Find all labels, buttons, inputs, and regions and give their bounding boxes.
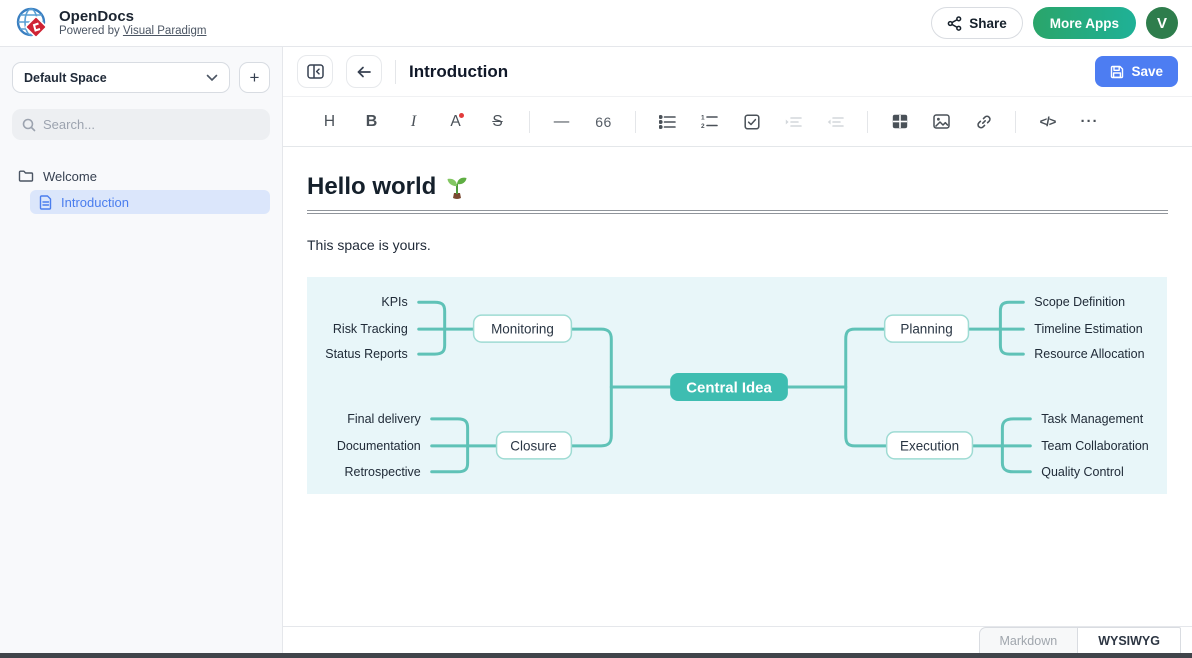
share-icon bbox=[947, 16, 962, 31]
brand-text: OpenDocs Powered by Visual Paradigm bbox=[59, 8, 206, 38]
link-icon bbox=[976, 114, 992, 130]
document-icon bbox=[39, 195, 52, 210]
tab-markdown[interactable]: Markdown bbox=[979, 627, 1078, 653]
user-avatar[interactable]: V bbox=[1146, 7, 1178, 39]
visual-paradigm-link[interactable]: Visual Paradigm bbox=[123, 25, 207, 37]
indent-button bbox=[777, 107, 810, 137]
powered-by: Powered by Visual Paradigm bbox=[59, 25, 206, 38]
mindmap-leaf: Timeline Estimation bbox=[1034, 322, 1142, 336]
outdent-button bbox=[819, 107, 852, 137]
checkbox-check-icon bbox=[744, 114, 760, 130]
chevron-down-icon bbox=[206, 74, 218, 82]
strikethrough-button[interactable]: S bbox=[481, 107, 514, 137]
outdent-icon bbox=[827, 115, 844, 129]
image-button[interactable] bbox=[925, 107, 958, 137]
mindmap-leaf: Task Management bbox=[1041, 412, 1143, 426]
mindmap-leaf: KPIs bbox=[381, 295, 407, 309]
svg-text:Execution: Execution bbox=[900, 438, 959, 453]
folder-icon bbox=[18, 169, 34, 183]
search-box[interactable] bbox=[12, 109, 270, 140]
mindmap-leaf: Status Reports bbox=[325, 347, 407, 361]
heading-button[interactable]: H bbox=[313, 107, 346, 137]
code-button[interactable]: </> bbox=[1031, 107, 1064, 137]
add-space-button[interactable]: + bbox=[239, 62, 270, 93]
space-selector-dropdown[interactable]: Default Space bbox=[12, 62, 230, 93]
mindmap-node-planning: Planning bbox=[885, 315, 969, 342]
mindmap-leaf: Risk Tracking bbox=[333, 322, 408, 336]
mindmap-svg: Monitoring Closure Central Idea Pla bbox=[307, 277, 1167, 494]
save-button[interactable]: Save bbox=[1095, 56, 1178, 87]
document-paragraph: This space is yours. bbox=[307, 237, 1168, 253]
seedling-emoji-icon bbox=[444, 174, 470, 200]
app-header: OpenDocs Powered by Visual Paradigm Shar… bbox=[0, 0, 1192, 47]
sidebar: Default Space + bbox=[0, 47, 283, 653]
main-panel: Introduction Save H B I bbox=[283, 47, 1192, 653]
mindmap-node-monitoring: Monitoring bbox=[474, 315, 572, 342]
link-button[interactable] bbox=[967, 107, 1000, 137]
more-options-button[interactable]: ··· bbox=[1073, 107, 1106, 137]
horizontal-rule-button[interactable]: — bbox=[545, 107, 578, 137]
window-bottom-edge bbox=[0, 653, 1192, 658]
heading-divider bbox=[307, 210, 1168, 214]
tree-item-welcome[interactable]: Welcome bbox=[12, 164, 270, 188]
topbar-divider bbox=[395, 60, 396, 84]
svg-text:Monitoring: Monitoring bbox=[491, 322, 554, 337]
page-title: Introduction bbox=[409, 62, 508, 82]
mindmap-leaf: Documentation bbox=[337, 439, 421, 453]
svg-text:1: 1 bbox=[701, 114, 705, 121]
panel-toggle-icon bbox=[307, 64, 324, 79]
arrow-left-icon bbox=[356, 65, 372, 79]
search-icon bbox=[22, 118, 36, 132]
app-title: OpenDocs bbox=[59, 8, 206, 25]
svg-text:Planning: Planning bbox=[900, 322, 952, 337]
brand: OpenDocs Powered by Visual Paradigm bbox=[14, 5, 206, 41]
tree-item-introduction[interactable]: Introduction bbox=[30, 190, 270, 214]
table-icon bbox=[892, 114, 908, 129]
tab-wysiwyg[interactable]: WYSIWYG bbox=[1077, 627, 1181, 653]
mindmap-block[interactable]: Monitoring Closure Central Idea Pla bbox=[307, 277, 1167, 494]
document-topbar: Introduction Save bbox=[283, 47, 1192, 97]
font-color-button[interactable]: A bbox=[439, 107, 472, 137]
table-button[interactable] bbox=[883, 107, 916, 137]
italic-button[interactable]: I bbox=[397, 107, 430, 137]
mindmap-leaf: Final delivery bbox=[347, 412, 421, 426]
image-icon bbox=[933, 114, 950, 129]
save-icon bbox=[1110, 65, 1124, 79]
editor-toolbar: H B I A S — 66 bbox=[283, 97, 1192, 147]
more-apps-button[interactable]: More Apps bbox=[1033, 7, 1136, 39]
toggle-sidebar-button[interactable] bbox=[297, 55, 333, 88]
blockquote-button[interactable]: 66 bbox=[587, 107, 620, 137]
mindmap-leaf: Quality Control bbox=[1041, 465, 1123, 479]
mindmap-node-execution: Execution bbox=[887, 432, 973, 459]
mindmap-node-central: Central Idea bbox=[670, 373, 788, 401]
svg-text:Closure: Closure bbox=[510, 438, 556, 453]
task-list-button[interactable] bbox=[735, 107, 768, 137]
space-selector-row: Default Space + bbox=[12, 62, 270, 93]
indent-icon bbox=[785, 115, 802, 129]
app-body: Default Space + bbox=[0, 47, 1192, 653]
bullet-list-icon bbox=[659, 115, 676, 129]
document-heading: Hello world bbox=[307, 173, 1168, 201]
share-button[interactable]: Share bbox=[931, 7, 1023, 39]
bullet-list-button[interactable] bbox=[651, 107, 684, 137]
editor-content[interactable]: Hello world This space is yours. bbox=[283, 147, 1192, 626]
document-tree: Welcome Introduction bbox=[12, 164, 270, 214]
mindmap-leaf: Team Collaboration bbox=[1041, 439, 1148, 453]
mindmap-node-closure: Closure bbox=[497, 432, 572, 459]
search-input[interactable] bbox=[43, 117, 260, 132]
mindmap-leaf: Scope Definition bbox=[1034, 295, 1125, 309]
font-color-dot bbox=[459, 113, 464, 118]
bold-button[interactable]: B bbox=[355, 107, 388, 137]
app-window: OpenDocs Powered by Visual Paradigm Shar… bbox=[0, 0, 1192, 658]
back-button[interactable] bbox=[346, 55, 382, 88]
svg-text:Central Idea: Central Idea bbox=[686, 379, 772, 396]
mindmap-leaf: Resource Allocation bbox=[1034, 347, 1144, 361]
ordered-list-button[interactable]: 1 2 bbox=[693, 107, 726, 137]
svg-text:2: 2 bbox=[701, 123, 705, 129]
ordered-list-icon: 1 2 bbox=[701, 114, 718, 129]
opendocs-logo-icon bbox=[14, 5, 50, 41]
editor-footer: Markdown WYSIWYG bbox=[283, 626, 1192, 653]
header-actions: Share More Apps V bbox=[931, 7, 1178, 39]
mindmap-leaf: Retrospective bbox=[345, 465, 421, 479]
